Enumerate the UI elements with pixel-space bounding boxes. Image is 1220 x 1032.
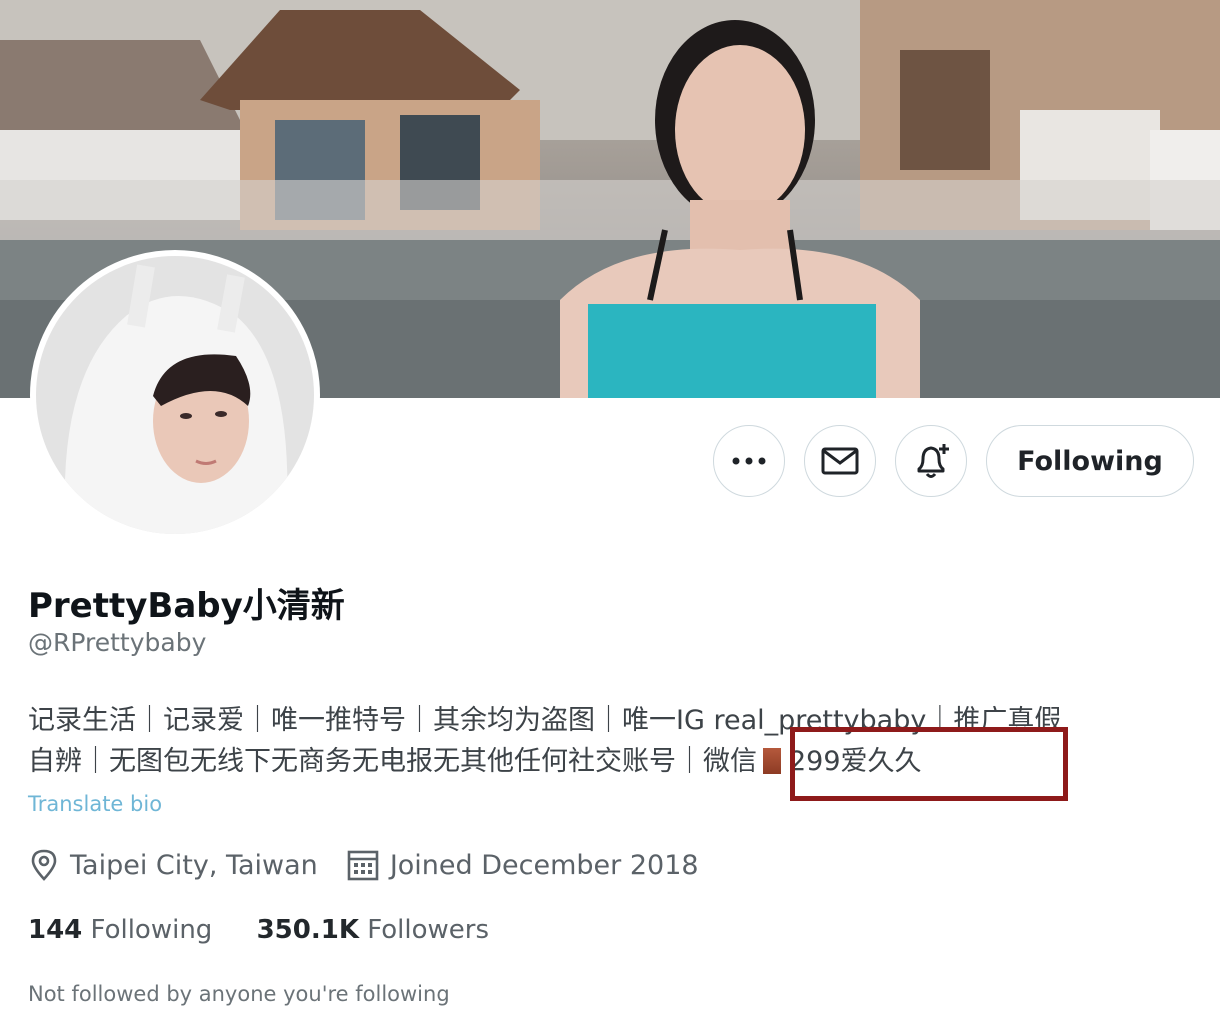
brick-emoji-icon [763, 748, 781, 774]
following-button[interactable]: Following [986, 425, 1194, 497]
more-button[interactable] [713, 425, 785, 497]
followers-label: Followers [367, 915, 490, 945]
not-followed-note: Not followed by anyone you're following [28, 982, 450, 1006]
following-link[interactable]: 144 Following [28, 915, 212, 945]
follow-stats: 144 Following 350.1K Followers [28, 915, 489, 945]
bio-wechat-label: 微信 [703, 746, 757, 777]
joined-item: Joined December 2018 [346, 848, 699, 882]
display-name: PrettyBaby小清新 [28, 586, 345, 626]
profile-meta: Taipei City, Taiwan Joined December 2018 [28, 848, 699, 882]
more-icon [732, 457, 766, 465]
avatar-image [36, 256, 314, 534]
location-text: Taipei City, Taiwan [70, 849, 318, 881]
joined-text: Joined December 2018 [389, 849, 699, 881]
envelope-icon [821, 447, 859, 475]
following-label: Following [90, 915, 213, 945]
message-button[interactable] [804, 425, 876, 497]
bio-line-2-text: 自辨｜无图包无线下无商务无电报无其他任何社交账号｜ [28, 746, 703, 777]
followers-count: 350.1K [256, 915, 359, 945]
user-handle: @RPrettybaby [28, 628, 207, 657]
profile-avatar[interactable] [30, 250, 320, 540]
notify-button[interactable] [895, 425, 967, 497]
location-item: Taipei City, Taiwan [28, 848, 318, 882]
translate-bio-link[interactable]: Translate bio [28, 792, 162, 816]
following-count: 144 [28, 915, 83, 945]
location-pin-icon [31, 849, 57, 881]
annotation-highlight-box [790, 727, 1068, 801]
calendar-icon [347, 850, 379, 881]
bell-plus-icon [917, 444, 949, 478]
followers-link[interactable]: 350.1K Followers [257, 915, 489, 945]
